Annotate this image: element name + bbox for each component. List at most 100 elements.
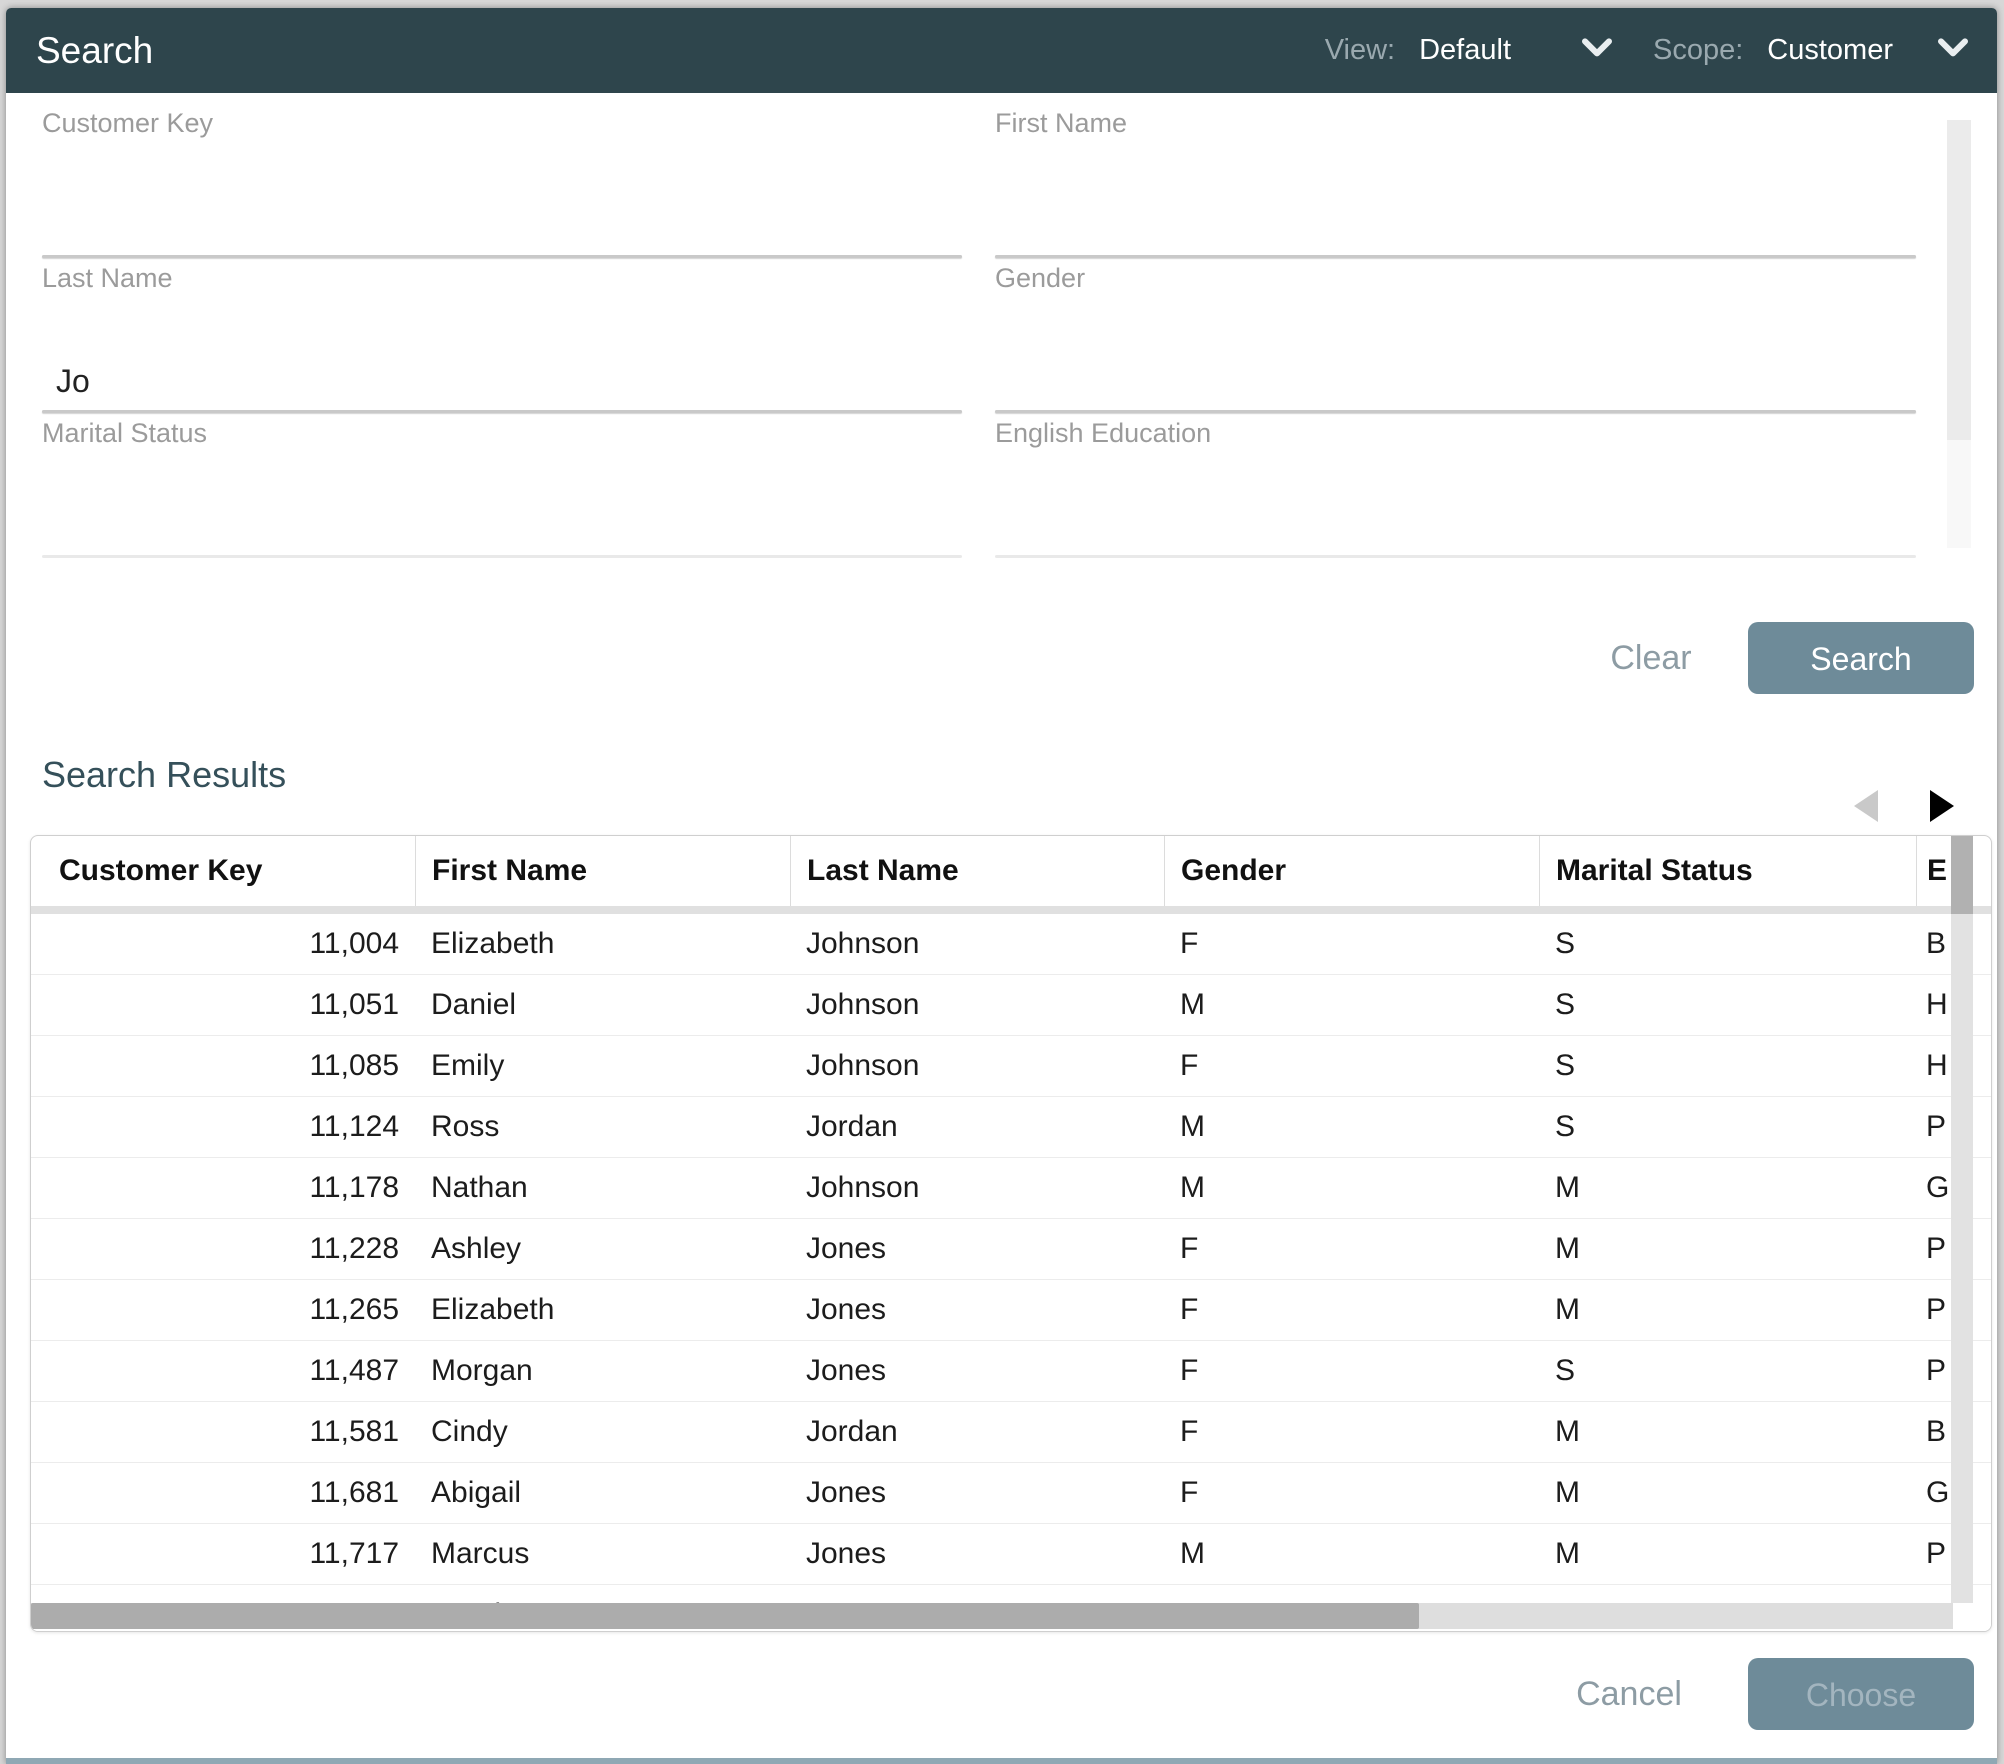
chevron-down-icon — [1937, 37, 1969, 64]
customer-key-label: Customer Key — [42, 108, 962, 139]
table-hscroll-thumb[interactable] — [31, 1603, 1419, 1629]
table-cell: F — [1164, 1049, 1539, 1083]
triangle-left-icon[interactable] — [1854, 790, 1878, 822]
table-row[interactable]: 11,717MarcusJonesMMP — [31, 1524, 1991, 1585]
table-row[interactable]: 11,004ElizabethJohnsonFSB — [31, 914, 1991, 975]
table-cell: F — [1164, 1415, 1539, 1449]
form-scrollbar-thumb[interactable] — [1947, 120, 1971, 440]
table-cell: 11,265 — [31, 1293, 415, 1327]
table-cell: Elizabeth — [415, 1293, 790, 1327]
last-name-field[interactable]: Last Name Jo — [42, 263, 962, 413]
table-cell: 11,178 — [31, 1171, 415, 1205]
table-cell: Jones — [790, 1537, 1164, 1571]
table-cell: 11,228 — [31, 1232, 415, 1266]
table-row[interactable]: 11,487MorganJonesFSP — [31, 1341, 1991, 1402]
customer-key-field[interactable]: Customer Key — [42, 108, 962, 258]
table-row[interactable]: 11,085EmilyJohnsonFSH — [31, 1036, 1991, 1097]
column-header[interactable]: Marital Status — [1539, 836, 1916, 906]
table-cell: M — [1539, 1171, 1916, 1205]
view-value: Default — [1419, 34, 1511, 67]
table-cell: Morgan — [415, 1354, 790, 1388]
table-cell: Ashley — [415, 1232, 790, 1266]
table-row[interactable]: 11,581CindyJordanFMB — [31, 1402, 1991, 1463]
view-label: View: — [1325, 34, 1395, 67]
results-table: Customer KeyFirst NameLast NameGenderMar… — [30, 835, 1992, 1632]
table-cell: Johnson — [790, 988, 1164, 1022]
table-cell: 11,085 — [31, 1049, 415, 1083]
table-cell: Jordan — [790, 1415, 1164, 1449]
table-cell: Jones — [790, 1354, 1164, 1388]
table-cell: Cindy — [415, 1415, 790, 1449]
table-body: 11,004ElizabethJohnsonFSB11,051DanielJoh… — [31, 914, 1991, 1632]
table-cell: S — [1539, 988, 1916, 1022]
table-cell: Johnson — [790, 1171, 1164, 1205]
last-name-input[interactable]: Jo — [56, 363, 90, 403]
table-row[interactable]: 11,051DanielJohnsonMSH — [31, 975, 1991, 1036]
first-name-field[interactable]: First Name — [995, 108, 1916, 258]
column-header[interactable]: First Name — [415, 836, 790, 906]
table-cell: 11,051 — [31, 988, 415, 1022]
dialog-title: Search — [36, 30, 153, 72]
screen: Search View: Default Scope: Customer — [0, 0, 2004, 1764]
table-cell: 11,581 — [31, 1415, 415, 1449]
table-cell: M — [1539, 1293, 1916, 1327]
table-row[interactable]: 11,178NathanJohnsonMMG — [31, 1158, 1991, 1219]
column-header[interactable]: Customer Key — [31, 836, 415, 906]
chevron-down-icon — [1581, 37, 1613, 64]
table-cell: S — [1539, 1110, 1916, 1144]
table-cell: S — [1539, 1354, 1916, 1388]
table-cell: S — [1539, 927, 1916, 961]
marital-status-field[interactable]: Marital Status — [42, 418, 962, 558]
column-header[interactable]: Gender — [1164, 836, 1539, 906]
table-cell: 11,004 — [31, 927, 415, 961]
table-cell: M — [1539, 1232, 1916, 1266]
table-cell: M — [1164, 1110, 1539, 1144]
view-dropdown[interactable]: Default — [1409, 34, 1639, 67]
table-cell: Ross — [415, 1110, 790, 1144]
table-cell: F — [1164, 1354, 1539, 1388]
triangle-right-icon[interactable] — [1930, 790, 1954, 822]
table-cell: M — [1539, 1476, 1916, 1510]
table-cell: F — [1164, 1476, 1539, 1510]
table-cell: Jones — [790, 1232, 1164, 1266]
field-underline — [42, 555, 962, 558]
scope-label: Scope: — [1653, 34, 1743, 67]
table-cell: Elizabeth — [415, 927, 790, 961]
form-vertical-scrollbar[interactable] — [1947, 120, 1971, 548]
field-underline — [995, 410, 1916, 413]
scope-dropdown[interactable]: Customer — [1757, 34, 1969, 67]
first-name-label: First Name — [995, 108, 1916, 139]
dialog-titlebar: Search View: Default Scope: Customer — [6, 8, 1997, 93]
field-underline — [42, 410, 962, 413]
table-cell: M — [1539, 1415, 1916, 1449]
table-horizontal-scrollbar[interactable] — [31, 1603, 1953, 1629]
table-cell: 11,681 — [31, 1476, 415, 1510]
scope-value: Customer — [1767, 34, 1893, 67]
column-header[interactable]: Last Name — [790, 836, 1164, 906]
table-cell: M — [1164, 1171, 1539, 1205]
table-row[interactable]: 11,265ElizabethJonesFMP — [31, 1280, 1991, 1341]
table-row[interactable]: 11,681AbigailJonesFMG — [31, 1463, 1991, 1524]
cancel-button[interactable]: Cancel — [1554, 1658, 1704, 1730]
table-row[interactable]: 11,124RossJordanMSP — [31, 1097, 1991, 1158]
marital-status-label: Marital Status — [42, 418, 962, 449]
clear-button[interactable]: Clear — [1581, 622, 1721, 694]
table-header-divider — [31, 906, 1991, 914]
last-name-label: Last Name — [42, 263, 962, 294]
gender-field[interactable]: Gender — [995, 263, 1916, 413]
table-cell: Emily — [415, 1049, 790, 1083]
field-underline — [995, 255, 1916, 258]
table-vertical-scrollbar[interactable] — [1951, 836, 1973, 1603]
search-button[interactable]: Search — [1748, 622, 1974, 694]
english-education-label: English Education — [995, 418, 1916, 449]
gender-label: Gender — [995, 263, 1916, 294]
table-cell: Johnson — [790, 1049, 1164, 1083]
table-row[interactable]: 11,228AshleyJonesFMP — [31, 1219, 1991, 1280]
table-cell: S — [1539, 1049, 1916, 1083]
table-cell: 11,487 — [31, 1354, 415, 1388]
table-vscroll-thumb[interactable] — [1951, 836, 1973, 914]
field-underline — [995, 555, 1916, 558]
search-dialog: Search View: Default Scope: Customer — [6, 8, 1997, 1764]
english-education-field[interactable]: English Education — [995, 418, 1916, 558]
choose-button[interactable]: Choose — [1748, 1658, 1974, 1730]
